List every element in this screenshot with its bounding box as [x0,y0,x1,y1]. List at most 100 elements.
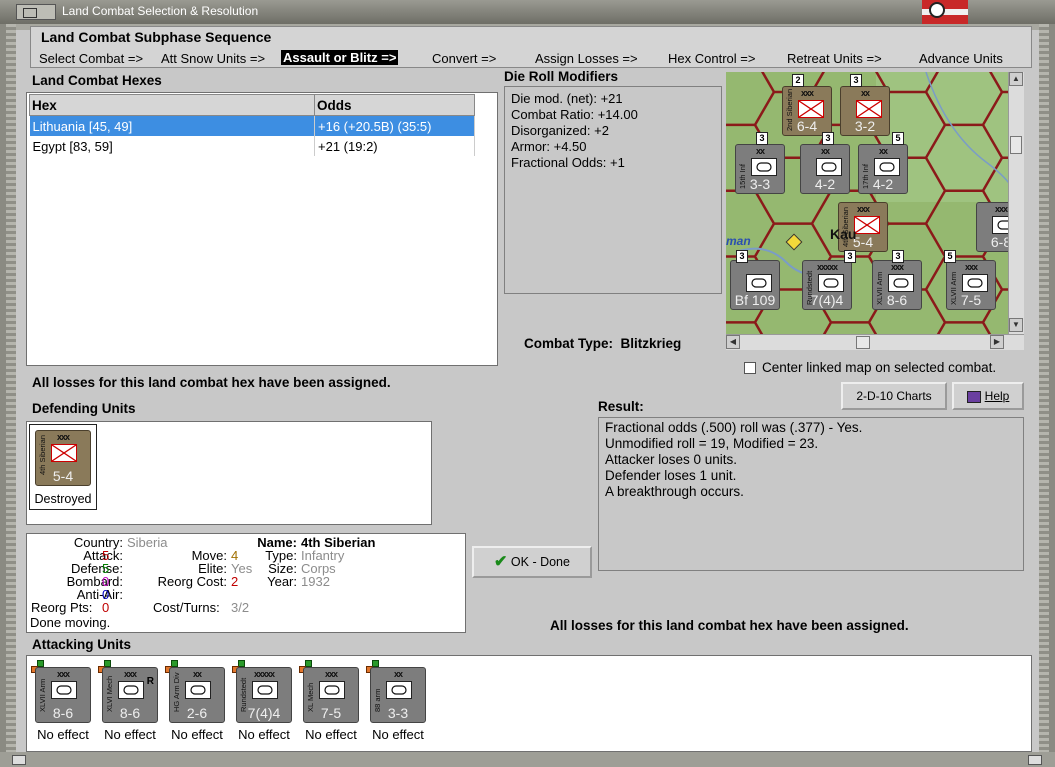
odds-cell[interactable]: +21 (19:2) [314,136,475,156]
result-line: Defender loses 1 unit. [605,468,737,483]
losses-message-bottom: All losses for this land combat hex have… [550,618,909,633]
hex-cell[interactable]: Egypt [83, 59] [29,136,315,156]
table-row[interactable]: Lithuania [45, 49] +16 (+20.5B) (35:5) [29,115,475,136]
map-vertical-scrollbar[interactable]: ▲ ▼ [1008,72,1024,334]
step-convert: Convert => [432,51,497,66]
step-advance-units: Advance Units [919,51,1003,66]
attacking-title: Attacking Units [32,637,132,652]
combat-type-label: Combat Type: [524,336,614,351]
scroll-down-button[interactable]: ▼ [1009,318,1023,332]
scroll-thumb[interactable] [1010,136,1022,154]
center-map-checkbox[interactable] [744,362,756,374]
scroll-left-button[interactable]: ◀ [726,335,740,349]
unit-counter[interactable]: xxxxx Rundstedt 7(4)4 [802,260,852,310]
subphase-title: Land Combat Subphase Sequence [41,29,272,45]
charts-button-label: 2-D-10 Charts [856,389,932,403]
bottom-right-handle [1028,755,1042,765]
unit-size: xxx [994,204,1008,214]
unit-counter[interactable]: xx 15th Inf 3-3 [735,144,785,194]
unit-size: xxx [324,669,338,679]
unit-value: 4-2 [814,176,836,192]
help-button[interactable]: Help [952,382,1024,410]
odds-column-header[interactable]: Odds [314,94,475,116]
armor-icon [816,158,842,176]
stack-count-badge: 3 [756,132,768,145]
unit-counter[interactable]: xx 88 arm 3-3 [370,667,426,723]
drm-line: Die mod. (net): +21 [511,91,623,106]
armor-icon [51,681,77,699]
armor-icon [888,274,914,292]
unit-counter[interactable]: xxx XLVI Mech 8-6 R [102,667,158,723]
armor-icon [118,681,144,699]
unit-status: No effect [37,727,89,742]
defending-title: Defending Units [32,401,136,416]
hexes-table: Hex Odds Lithuania [45, 49] +16 (+20.5B)… [29,94,475,156]
hexes-title: Land Combat Hexes [32,73,162,88]
drm-box: Die mod. (net): +21 Combat Ratio: +14.00… [504,86,722,294]
step-assault-or-blitz: Assault or Blitz => [281,50,399,65]
ok-done-button[interactable]: ✔ OK - Done [472,546,592,578]
result-title: Result: [598,399,644,414]
stack-count-badge: 2 [792,74,804,87]
unit-size: xx [755,146,765,156]
unit-counter[interactable]: xxx XL Mech 7-5 [303,667,359,723]
unit-value: 8-6 [119,705,141,721]
reorg-pts-label: Reorg Pts: [31,600,93,615]
flag-icon [922,0,968,24]
window-title: Land Combat Selection & Resolution [62,4,259,18]
stack-count-badge: 5 [892,132,904,145]
armor-icon [386,681,412,699]
selected-unit-frame[interactable]: xxx 4th Siberian 5-4 Destroyed [29,424,97,510]
map-horizontal-scrollbar[interactable]: ◀ ▶ [726,334,1024,350]
armor-icon [818,274,844,292]
help-button-label: Help [984,389,1010,403]
unit-counter[interactable]: xxx 6-8 [976,202,1008,252]
status-dot [104,660,111,667]
stack-count-badge: 3 [850,74,862,87]
armor-icon [319,681,345,699]
hex-cell[interactable]: Lithuania [45, 49] [29,115,315,136]
unit-status: No effect [104,727,156,742]
result-line: Fractional odds (.500) roll was (.377) -… [605,420,863,435]
center-map-label[interactable]: Center linked map on selected combat. [762,360,996,375]
step-retreat-units: Retreat Units => [787,51,882,66]
scroll-up-button[interactable]: ▲ [1009,72,1023,86]
unit-value: 7(4)4 [247,705,281,721]
unit-counter[interactable]: xxxxx Rundstedt 7(4)4 [236,667,292,723]
unit-counter[interactable]: xxx XLVII Arm 8-6 [35,667,91,723]
scroll-thumb[interactable] [856,336,870,349]
combat-type-value: Blitzkrieg [620,336,682,351]
status-dot [372,660,379,667]
unit-counter[interactable]: xxx XLVII Arm 8-6 [872,260,922,310]
right-rail [1039,24,1049,767]
unit-value: 3-2 [854,118,876,134]
step-hex-control: Hex Control => [668,51,756,66]
unit-value: 5-4 [52,468,74,484]
unit-counter[interactable]: xx 3-2 [840,86,890,136]
unit-counter[interactable]: xx 17th Inf 4-2 [858,144,908,194]
charts-button[interactable]: 2-D-10 Charts [841,382,947,410]
result-line: Attacker loses 0 units. [605,452,738,467]
armor-icon [751,158,777,176]
unit-counter[interactable]: xxx 4th Siberian 5-4 [35,430,91,486]
unit-info-panel: Country: Siberia Attack: 5 Defense: 5 Bo… [26,533,466,633]
unit-counter[interactable]: xx 4-2 [800,144,850,194]
table-row[interactable]: Egypt [83, 59] +21 (19:2) [29,136,475,156]
unit-value: Bf 109 [734,292,776,308]
unit-counter[interactable]: Bf 109 [730,260,780,310]
unit-value: 8-6 [886,292,908,308]
unit-status: Destroyed [34,492,92,506]
stack-count-badge: 3 [844,250,856,263]
linked-map[interactable]: xxx 2nd Siberian 6-4 xx 3-2 xx 15th Inf 3-3 xx 4-… [726,72,1008,334]
odds-cell[interactable]: +16 (+20.5B) (35:5) [314,115,475,136]
unit-counter[interactable]: xxx 2nd Siberian 6-4 [782,86,832,136]
unit-counter[interactable]: xx HG Arm Div 2-6 [169,667,225,723]
unit-value: 8-6 [52,705,74,721]
system-menu-button[interactable] [16,4,56,20]
stack-count-badge: 5 [944,250,956,263]
unit-size: xx [878,146,888,156]
scroll-right-button[interactable]: ▶ [990,335,1004,349]
unit-counter[interactable]: xxx XLVII Arm 7-5 [946,260,996,310]
defending-units-panel: xxx 4th Siberian 5-4 Destroyed [26,421,432,525]
hex-column-header[interactable]: Hex [29,94,315,116]
